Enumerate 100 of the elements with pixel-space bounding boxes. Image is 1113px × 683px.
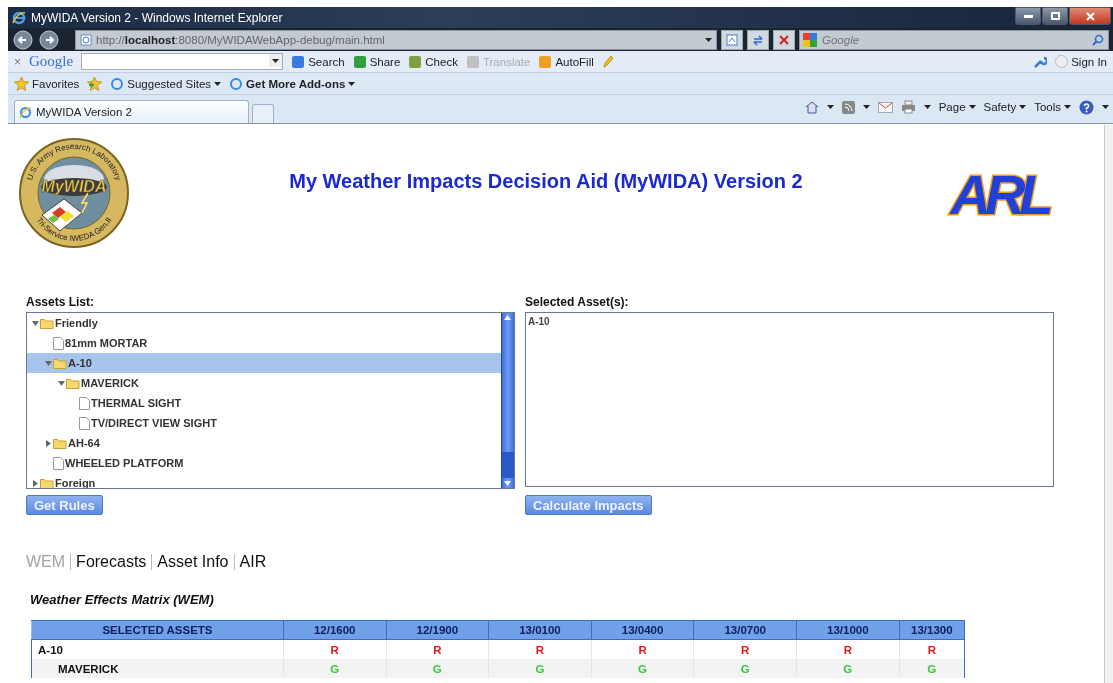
- column-header: SELECTED ASSETS: [31, 620, 284, 640]
- tree-item[interactable]: THERMAL SIGHT: [27, 393, 501, 413]
- toolbar-button[interactable]: Check: [408, 54, 458, 69]
- tree-item-label: AH-64: [68, 437, 100, 449]
- scrollbar[interactable]: [501, 313, 514, 488]
- asset-name-cell: MAVERICK: [31, 659, 284, 678]
- view-tab[interactable]: Asset Info: [152, 553, 234, 571]
- impact-cell: G: [591, 659, 694, 678]
- tree-item-label: THERMAL SIGHT: [91, 397, 182, 409]
- close-icon[interactable]: [1085, 11, 1095, 21]
- browser-icon[interactable]: [110, 76, 125, 91]
- folder-icon: [40, 317, 54, 329]
- expanded-triangle-icon[interactable]: [57, 379, 65, 387]
- tree-item-label: WHEELED PLATFORM: [65, 457, 184, 469]
- favorites-link[interactable]: Get More Add-ons: [229, 76, 356, 91]
- view-tab[interactable]: AIR: [234, 553, 272, 571]
- toolbar-button[interactable]: Share: [352, 54, 401, 69]
- scroll-up-icon[interactable]: [502, 313, 513, 323]
- maximize-icon[interactable]: [1050, 12, 1060, 20]
- address-field[interactable]: http://localhost:8080/MyWIDAWebApp-debug/main.html: [75, 29, 717, 50]
- view-tab[interactable]: Forecasts: [71, 553, 152, 571]
- caret-icon[interactable]: [968, 105, 976, 109]
- close-button[interactable]: [1069, 7, 1111, 25]
- selected-asset[interactable]: A-10: [528, 316, 1051, 327]
- column-header: 13/1000: [796, 620, 900, 640]
- feed-icon[interactable]: [841, 100, 855, 114]
- tree-item[interactable]: MAVERICK: [27, 373, 501, 393]
- tree-item[interactable]: TV/DIRECT VIEW SIGHT: [27, 413, 501, 433]
- folder-icon: [66, 377, 80, 389]
- search-icon[interactable]: [1092, 33, 1104, 46]
- column-header: 12/1900: [386, 620, 489, 640]
- stop-button[interactable]: [773, 29, 795, 50]
- caret-icon[interactable]: [1064, 105, 1071, 109]
- toolbar-button[interactable]: AutoFill: [538, 54, 594, 69]
- refresh-icon[interactable]: [752, 33, 764, 46]
- tree-item[interactable]: 81mm MORTAR: [27, 333, 501, 353]
- collapsed-triangle-icon[interactable]: [44, 439, 52, 447]
- compatibility-button[interactable]: [721, 29, 743, 50]
- impact-cell: G: [283, 659, 387, 678]
- back-button[interactable]: [12, 29, 34, 50]
- minimize-icon[interactable]: [1023, 14, 1033, 18]
- maximize-button[interactable]: [1042, 7, 1068, 25]
- toolbar-brand: Google: [29, 53, 74, 70]
- refresh-button[interactable]: [747, 29, 769, 50]
- add-favorite-icon[interactable]: [87, 76, 103, 91]
- help-icon[interactable]: [1079, 99, 1094, 115]
- toolbar-item-icon[interactable]: [291, 54, 306, 69]
- browser-tab[interactable]: MyWIDA Version 2: [14, 100, 249, 123]
- expanded-triangle-icon[interactable]: [44, 359, 52, 367]
- caret-icon[interactable]: [923, 105, 931, 109]
- toolbar-item-icon[interactable]: [408, 54, 423, 69]
- page-icon: [80, 33, 92, 46]
- browser-icon[interactable]: [19, 105, 32, 119]
- tree-item[interactable]: Friendly: [27, 313, 501, 333]
- command-menu[interactable]: Page: [938, 101, 976, 113]
- close-toolbar-button[interactable]: ×: [14, 54, 21, 69]
- toolbar-button[interactable]: Search: [291, 54, 345, 69]
- tree-item[interactable]: A-10: [27, 353, 501, 373]
- mail-icon[interactable]: [877, 101, 893, 113]
- command-menu[interactable]: Tools: [1034, 101, 1071, 113]
- caret-icon[interactable]: [348, 81, 356, 86]
- collapsed-triangle-icon[interactable]: [31, 479, 39, 487]
- home-icon[interactable]: [804, 100, 819, 114]
- pencil-icon[interactable]: [601, 54, 614, 69]
- caret-icon[interactable]: [214, 81, 222, 86]
- scroll-thumb[interactable]: [502, 452, 514, 478]
- matrix-title: Weather Effects Matrix (WEM): [29, 592, 215, 607]
- toolbar-search-field[interactable]: [81, 53, 284, 70]
- caret-icon[interactable]: [826, 105, 834, 109]
- tree-item-label: 81mm MORTAR: [65, 337, 148, 349]
- command-menu[interactable]: Safety: [983, 101, 1027, 113]
- browser-icon[interactable]: [229, 76, 244, 91]
- wrench-icon[interactable]: [1033, 54, 1048, 69]
- caret-icon[interactable]: [1102, 105, 1109, 109]
- folder-icon: [53, 437, 67, 449]
- favorites-button[interactable]: Favorites: [14, 76, 80, 91]
- toolbar-item-icon[interactable]: [352, 54, 367, 69]
- document-icon: [79, 396, 90, 410]
- page-scrollbar[interactable]: [1104, 125, 1113, 683]
- caret-icon[interactable]: [862, 105, 870, 109]
- caret-icon[interactable]: [705, 37, 712, 42]
- assets-list-label: Assets List:: [26, 295, 96, 311]
- tree-item[interactable]: WHEELED PLATFORM: [27, 453, 501, 473]
- tree-item[interactable]: AH-64: [27, 433, 501, 453]
- caret-icon[interactable]: [269, 54, 283, 67]
- minimize-button[interactable]: [1015, 7, 1041, 25]
- document-icon: [53, 336, 64, 350]
- google-icon: [803, 32, 817, 47]
- stop-icon[interactable]: [779, 34, 789, 45]
- document-icon: [79, 416, 90, 430]
- column-header: 13/0400: [591, 620, 694, 640]
- sign-in-button[interactable]: Sign In: [1055, 55, 1107, 68]
- caret-icon[interactable]: [1019, 105, 1027, 109]
- expanded-triangle-icon[interactable]: [31, 319, 39, 327]
- printer-icon[interactable]: [900, 100, 916, 114]
- window-title: MyWIDA Version 2 - Windows Internet Explorer: [31, 10, 283, 25]
- favorites-link[interactable]: Suggested Sites: [110, 76, 222, 91]
- star-icon[interactable]: [14, 76, 29, 91]
- forward-button[interactable]: [38, 29, 60, 50]
- search-field[interactable]: Google: [799, 29, 1109, 50]
